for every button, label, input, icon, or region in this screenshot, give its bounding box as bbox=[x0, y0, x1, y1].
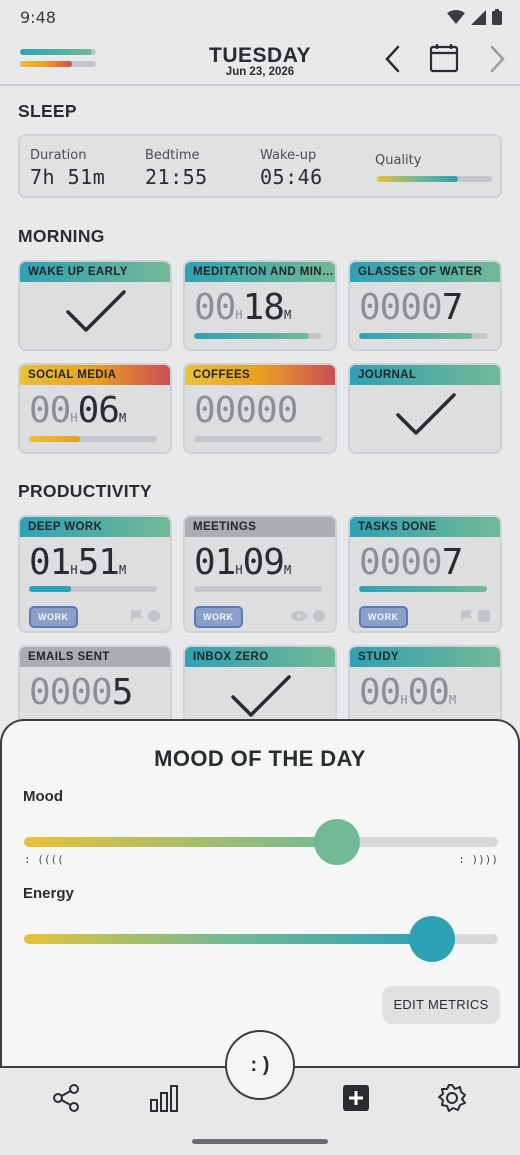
emoji-icon bbox=[148, 610, 160, 622]
tile-wake-up-early[interactable]: WAKE UP EARLY bbox=[18, 260, 172, 351]
tile-status-icons bbox=[291, 610, 325, 622]
sleep-quality: Quality bbox=[375, 153, 421, 168]
tile-status-icons bbox=[130, 610, 160, 622]
add-square-icon[interactable] bbox=[340, 1082, 372, 1114]
tile-tasks-done[interactable]: TASKS DONE 00007 WORK bbox=[348, 515, 502, 633]
sleep-bedtime-value: 21:55 bbox=[145, 165, 208, 189]
tile-label: MEDITATION AND MINDFULNESS bbox=[185, 262, 335, 282]
sleep-wakeup: Wake-up 05:46 bbox=[260, 148, 323, 189]
edit-metrics-button[interactable]: EDIT METRICS bbox=[382, 986, 500, 1024]
tile-journal[interactable]: JOURNAL bbox=[348, 363, 502, 454]
percent-icon bbox=[478, 610, 490, 622]
sleep-quality-label: Quality bbox=[375, 153, 422, 168]
home-indicator bbox=[192, 1139, 328, 1144]
chevron-left-icon[interactable] bbox=[380, 44, 406, 74]
checkmark-icon bbox=[66, 290, 126, 332]
sleep-duration: Duration 7h 51m bbox=[30, 148, 105, 189]
chevron-right-icon[interactable] bbox=[484, 44, 510, 74]
mood-max-hint: : )))) bbox=[458, 853, 498, 866]
energy-slider-label: Energy bbox=[23, 885, 74, 902]
tile-progress-bar bbox=[194, 586, 322, 592]
tile-coffees[interactable]: COFFEES 00000 bbox=[183, 363, 337, 454]
tile-count-value: 00007 bbox=[359, 287, 463, 328]
tile-count-value: 00005 bbox=[29, 672, 133, 713]
mood-min-hint: : (((( bbox=[24, 853, 64, 866]
eye-icon bbox=[291, 611, 307, 621]
mood-slider-thumb[interactable] bbox=[313, 819, 360, 865]
share-icon[interactable] bbox=[50, 1082, 82, 1114]
tile-time-value: 00H00M bbox=[359, 672, 457, 713]
tile-progress-bar bbox=[194, 436, 322, 442]
tile-progress-bar bbox=[359, 586, 487, 592]
mood-button[interactable]: : ) bbox=[225, 1030, 295, 1100]
status-icons bbox=[447, 9, 502, 25]
tile-label: WAKE UP EARLY bbox=[20, 262, 170, 282]
tile-time-value: 00H18M bbox=[194, 287, 292, 328]
signal-icon bbox=[471, 9, 486, 25]
sleep-wakeup-value: 05:46 bbox=[260, 165, 323, 189]
tile-social-media[interactable]: SOCIAL MEDIA 00H06M bbox=[18, 363, 172, 454]
tile-progress-bar bbox=[29, 586, 157, 592]
tile-deep-work[interactable]: DEEP WORK 01H51M WORK bbox=[18, 515, 172, 633]
sleep-card[interactable]: Duration 7h 51m Bedtime 21:55 Wake-up 05… bbox=[18, 134, 502, 198]
tile-label: DEEP WORK bbox=[20, 517, 170, 537]
section-title-productivity: PRODUCTIVITY bbox=[18, 481, 152, 501]
tile-label: INBOX ZERO bbox=[185, 647, 335, 667]
emoji-icon bbox=[313, 610, 325, 622]
energy-slider-thumb[interactable] bbox=[408, 916, 455, 962]
tile-label: STUDY bbox=[350, 647, 500, 667]
sleep-bedtime-label: Bedtime bbox=[145, 148, 200, 163]
work-tag[interactable]: WORK bbox=[359, 606, 408, 628]
tile-label: GLASSES OF WATER bbox=[350, 262, 500, 282]
mood-slider-track[interactable] bbox=[24, 837, 498, 847]
calendar-icon[interactable] bbox=[428, 42, 460, 74]
flag-icon bbox=[131, 610, 142, 622]
checkmark-icon bbox=[396, 393, 456, 435]
tile-label: COFFEES bbox=[185, 365, 335, 385]
work-tag[interactable]: WORK bbox=[194, 606, 243, 628]
checkmark-icon bbox=[231, 675, 291, 717]
tile-meditation[interactable]: MEDITATION AND MINDFULNESS 00H18M bbox=[183, 260, 337, 351]
tile-count-value: 00000 bbox=[194, 390, 298, 431]
status-time: 9:48 bbox=[20, 8, 56, 27]
mood-bottom-sheet: MOOD OF THE DAY Mood : (((( : )))) Energ… bbox=[0, 719, 520, 1069]
tile-glasses-of-water[interactable]: GLASSES OF WATER 00007 bbox=[348, 260, 502, 351]
wifi-icon bbox=[447, 10, 465, 24]
status-bar: 9:48 bbox=[0, 0, 520, 36]
section-title-sleep: SLEEP bbox=[18, 101, 77, 121]
sheet-title: MOOD OF THE DAY bbox=[154, 746, 366, 771]
tile-progress-bar bbox=[359, 333, 487, 339]
bar-chart-icon[interactable] bbox=[148, 1082, 180, 1114]
mood-slider-label: Mood bbox=[23, 788, 63, 805]
app-header: TUESDAY Jun 23, 2026 bbox=[0, 36, 520, 86]
tile-label: SOCIAL MEDIA bbox=[20, 365, 170, 385]
sleep-duration-value: 7h 51m bbox=[30, 165, 106, 189]
tile-progress-bar bbox=[29, 436, 157, 442]
sleep-bedtime: Bedtime 21:55 bbox=[145, 148, 208, 189]
tile-progress-bar bbox=[194, 333, 322, 339]
sleep-wakeup-label: Wake-up bbox=[260, 148, 317, 163]
work-tag[interactable]: WORK bbox=[29, 606, 78, 628]
battery-icon bbox=[492, 9, 502, 25]
tile-label: EMAILS SENT bbox=[20, 647, 170, 667]
tile-label: JOURNAL bbox=[350, 365, 500, 385]
tile-status-icons bbox=[460, 610, 490, 622]
sleep-duration-label: Duration bbox=[30, 148, 87, 163]
flag-icon bbox=[461, 610, 472, 622]
settings-icon[interactable] bbox=[436, 1082, 468, 1114]
section-title-morning: MORNING bbox=[18, 226, 105, 246]
sleep-quality-bar bbox=[377, 176, 492, 182]
tile-time-value: 00H06M bbox=[29, 390, 127, 431]
tile-time-value: 01H51M bbox=[29, 542, 127, 583]
tile-label: MEETINGS bbox=[185, 517, 335, 537]
tile-time-value: 01H09M bbox=[194, 542, 292, 583]
tile-meetings[interactable]: MEETINGS 01H09M WORK bbox=[183, 515, 337, 633]
tile-count-value: 00007 bbox=[359, 542, 463, 583]
tile-label: TASKS DONE bbox=[350, 517, 500, 537]
